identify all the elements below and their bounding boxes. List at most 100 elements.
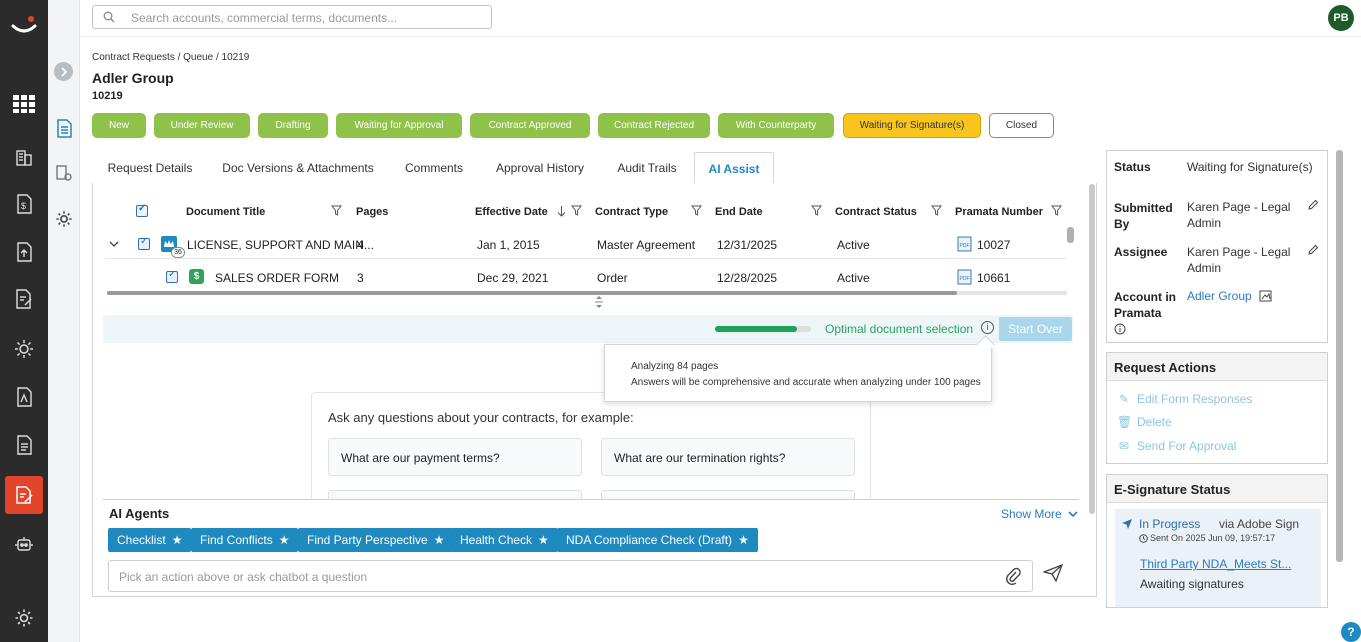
agent-chip-checklist[interactable]: Checklist ★	[108, 528, 192, 552]
doc-number[interactable]: 10661	[977, 271, 1010, 285]
col-contract-status[interactable]: Contract Status	[835, 206, 917, 218]
col-end-date[interactable]: End Date	[715, 206, 763, 218]
col-effective-date[interactable]: Effective Date	[475, 206, 548, 218]
sort-down-icon[interactable]	[557, 205, 566, 217]
agent-chip-health-check[interactable]: Health Check ★	[451, 528, 558, 552]
global-search[interactable]: Search accounts, commercial terms, docum…	[92, 5, 492, 29]
expand-nav-button[interactable]	[54, 62, 73, 81]
start-over-button[interactable]: Start Over	[999, 317, 1072, 341]
brand-logo-icon[interactable]	[9, 10, 39, 40]
robot-icon[interactable]	[12, 532, 36, 556]
info-icon[interactable]: i	[981, 321, 994, 334]
pdf-document-icon[interactable]	[12, 385, 36, 409]
edit-pencil-icon[interactable]	[1307, 244, 1319, 256]
step-drafting[interactable]: Drafting	[258, 113, 328, 138]
step-closed[interactable]: Closed	[989, 113, 1054, 138]
tab-request-details[interactable]: Request Details	[96, 152, 204, 184]
tab-doc-versions[interactable]: Doc Versions & Attachments	[212, 152, 384, 184]
help-button[interactable]: ?	[1341, 622, 1361, 642]
col-document-title[interactable]: Document Title	[186, 206, 265, 218]
star-icon[interactable]: ★	[738, 533, 749, 547]
settings-gear-icon[interactable]	[12, 606, 36, 630]
step-new[interactable]: New	[92, 113, 146, 138]
doc-number[interactable]: 10027	[977, 238, 1010, 252]
agent-chip-party-perspective[interactable]: Find Party Perspective ★	[298, 528, 454, 552]
edit-form-responses-button[interactable]: ✎ Edit Form Responses	[1117, 392, 1252, 406]
agent-chip-nda-compliance[interactable]: NDA Compliance Check (Draft) ★	[557, 528, 758, 552]
sidebar-scrollbar[interactable]	[1336, 150, 1343, 562]
grid-vertical-scrollbar[interactable]	[1067, 227, 1074, 291]
doc-pages: 3	[357, 271, 364, 285]
step-waiting-approval[interactable]: Waiting for Approval	[336, 113, 462, 138]
table-row[interactable]: 36 LICENSE, SUPPORT AND MAIN... 4 Jan 1,…	[105, 229, 1067, 259]
order-dollar-icon: $	[189, 269, 204, 284]
esignature-document-link[interactable]: Third Party NDA_Meets St...	[1140, 557, 1291, 571]
show-more-button[interactable]: Show More	[1001, 507, 1078, 521]
account-preview-icon[interactable]	[1259, 289, 1273, 302]
panel-scrollbar[interactable]	[1089, 184, 1095, 514]
send-icon[interactable]	[1043, 564, 1063, 582]
send-for-approval-button[interactable]: ✉ Send For Approval	[1117, 439, 1236, 453]
filter-icon[interactable]	[1051, 205, 1062, 216]
clock-icon	[1139, 534, 1148, 543]
contract-dollar-icon[interactable]: $	[12, 192, 36, 216]
analytics-document-icon[interactable]	[54, 163, 74, 183]
settings-network-icon[interactable]	[12, 337, 36, 361]
resize-handle-icon[interactable]	[594, 296, 604, 311]
table-row[interactable]: $ SALES ORDER FORM 3 Dec 29, 2021 Order …	[105, 263, 1067, 291]
star-icon[interactable]: ★	[279, 533, 290, 547]
agent-chip-find-conflicts[interactable]: Find Conflicts ★	[191, 528, 299, 552]
chevron-down-icon[interactable]	[109, 241, 119, 248]
action-label: Delete	[1137, 415, 1172, 429]
edit-document-icon[interactable]	[12, 287, 36, 311]
settings-gear-icon[interactable]	[54, 209, 74, 229]
col-pages[interactable]: Pages	[356, 206, 388, 218]
tab-audit-trails[interactable]: Audit Trails	[604, 152, 690, 184]
edit-pencil-icon[interactable]	[1307, 199, 1319, 211]
delete-button[interactable]: 🗑 Delete	[1117, 415, 1172, 429]
account-link[interactable]: Adler Group	[1187, 288, 1252, 304]
user-avatar[interactable]: PB	[1328, 5, 1354, 31]
tab-approval-history[interactable]: Approval History	[484, 152, 596, 184]
suggestion-payment-terms[interactable]: What are our payment terms?	[328, 438, 582, 476]
info-icon[interactable]	[1114, 323, 1126, 335]
action-label: Send For Approval	[1137, 439, 1237, 453]
step-waiting-signature[interactable]: Waiting for Signature(s)	[843, 113, 981, 138]
requests-document-icon[interactable]	[54, 118, 74, 138]
col-contract-type[interactable]: Contract Type	[595, 206, 668, 218]
buildings-icon[interactable]	[12, 145, 36, 169]
filter-icon[interactable]	[691, 205, 702, 216]
selection-bar: Optimal document selection i Start Over	[103, 315, 1073, 343]
upload-document-icon[interactable]	[12, 240, 36, 264]
filter-icon[interactable]	[811, 205, 822, 216]
doc-title[interactable]: LICENSE, SUPPORT AND MAIN...	[187, 238, 374, 252]
filter-icon[interactable]	[931, 205, 942, 216]
grid-horizontal-scrollbar[interactable]	[107, 291, 1067, 295]
document-list-icon[interactable]	[12, 433, 36, 457]
row-checkbox[interactable]	[166, 269, 178, 283]
pdf-icon[interactable]: PDF	[957, 236, 972, 252]
select-all-checkbox[interactable]	[136, 203, 148, 217]
doc-title[interactable]: SALES ORDER FORM	[215, 271, 339, 285]
filter-icon[interactable]	[331, 205, 342, 216]
tab-comments[interactable]: Comments	[392, 152, 476, 184]
step-under-review[interactable]: Under Review	[154, 113, 250, 138]
col-pramata-number[interactable]: Pramata Number	[955, 206, 1043, 218]
contract-requests-icon[interactable]	[5, 476, 43, 514]
step-with-counterparty[interactable]: With Counterparty	[718, 113, 834, 138]
pdf-icon[interactable]: PDF	[957, 269, 972, 285]
star-icon[interactable]: ★	[172, 533, 183, 547]
step-contract-rejected[interactable]: Contract Rejected	[598, 113, 710, 138]
step-contract-approved[interactable]: Contract Approved	[470, 113, 590, 138]
attach-paperclip-icon[interactable]	[1005, 567, 1021, 585]
row-checkbox[interactable]	[138, 236, 150, 250]
filter-icon[interactable]	[571, 205, 582, 216]
suggestion-termination-rights[interactable]: What are our termination rights?	[601, 438, 855, 476]
tab-ai-assist[interactable]: AI Assist	[694, 152, 774, 184]
apps-grid-icon[interactable]	[12, 92, 36, 116]
star-icon[interactable]: ★	[538, 533, 549, 547]
page-analysis-tooltip: Analyzing 84 pages Answers will be compr…	[604, 344, 992, 402]
chat-input[interactable]: Pick an action above or ask chatbot a qu…	[108, 560, 1033, 592]
star-icon[interactable]: ★	[434, 533, 445, 547]
breadcrumb[interactable]: Contract Requests / Queue / 10219	[92, 52, 249, 63]
